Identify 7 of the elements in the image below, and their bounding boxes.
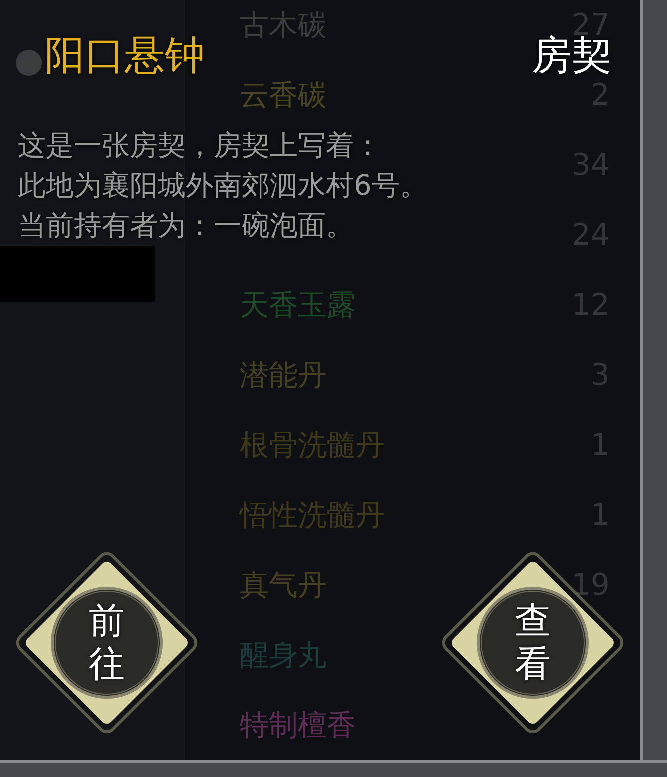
item-name[interactable]: 天香玉露: [240, 290, 356, 320]
location-title: 阳口悬钟: [45, 36, 205, 76]
description-line: 这是一张房契，房契上写着：: [18, 128, 382, 164]
description-line: 此地为襄阳城外南郊泗水村6号。: [18, 168, 428, 204]
item-name[interactable]: 特制檀香: [240, 710, 356, 740]
item-name[interactable]: 云香碳: [240, 80, 327, 110]
description-line: 当前持有者为：一碗泡面。: [18, 208, 354, 244]
